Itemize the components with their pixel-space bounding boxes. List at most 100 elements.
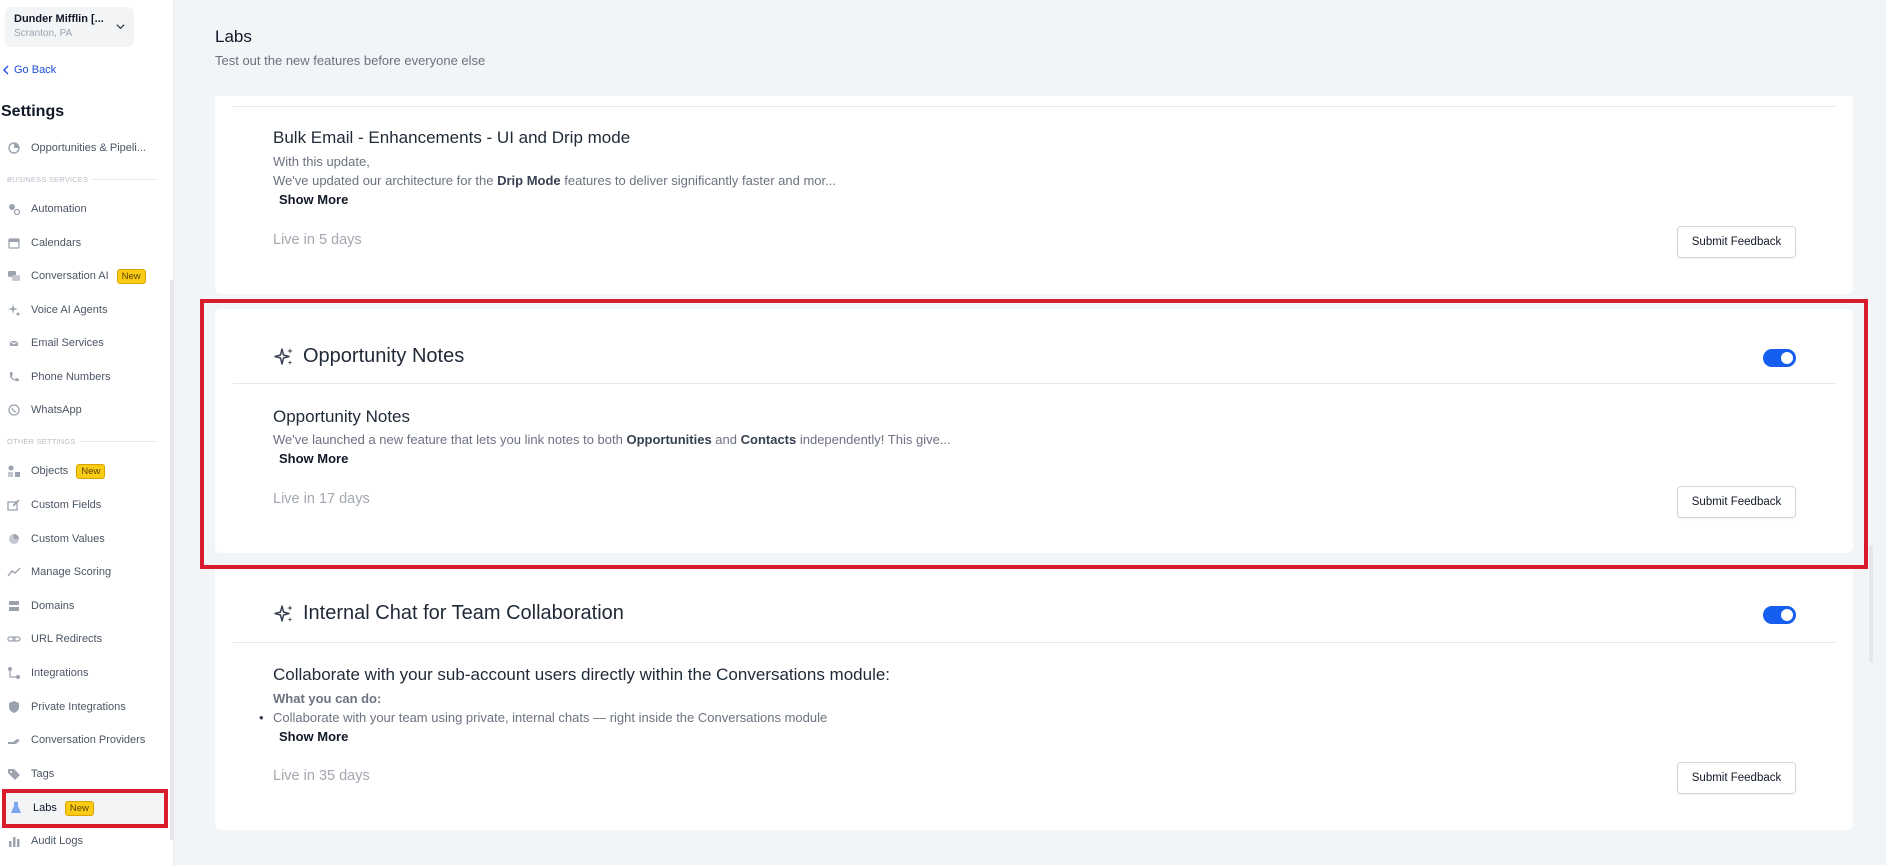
submit-feedback-button[interactable]: Submit Feedback [1677, 226, 1796, 258]
feature-title: Opportunity Notes [303, 345, 465, 367]
sidebar-item-label: Custom Fields [31, 499, 102, 511]
page-subtitle: Test out the new features before everyon… [215, 53, 486, 68]
sidebar-item-tags[interactable]: Tags [7, 764, 54, 784]
gears-icon [9, 204, 21, 216]
sparkle-icon [8, 304, 20, 316]
sidebar-item-label: Automation [31, 203, 87, 215]
section-label-other: OTHER SETTINGS [7, 437, 76, 446]
show-more-link[interactable]: Show More [279, 192, 348, 207]
new-badge: New [76, 463, 106, 479]
sidebar-item-label: Manage Scoring [31, 566, 112, 578]
sidebar-item-audit-logs[interactable]: Audit Logs [7, 831, 83, 851]
live-countdown: Live in 35 days [273, 768, 370, 784]
page-title: Labs [215, 27, 252, 46]
submit-feedback-button[interactable]: Submit Feedback [1677, 762, 1796, 794]
show-more-link[interactable]: Show More [279, 451, 348, 466]
chevron-left-icon [3, 65, 9, 75]
feature-subtitle: Collaborate with your sub-account users … [273, 665, 891, 684]
section-label-business: BUSINESS SERVICES [7, 175, 89, 184]
feature-toggle[interactable] [1763, 606, 1796, 624]
section-divider [80, 441, 157, 442]
sidebar-item-label: Conversation AI [31, 270, 109, 282]
sidebar-item-whatsapp[interactable]: WhatsApp [7, 400, 82, 420]
main-scrollbar[interactable] [1869, 545, 1873, 663]
bar-chart-icon [9, 837, 20, 847]
feature-description: We've updated our architecture for the D… [273, 173, 836, 188]
sidebar-item-label: Objects [31, 465, 69, 477]
feature-card-bulk-email: Bulk Email - Enhancements - UI and Drip … [215, 96, 1853, 294]
sidebar-item-label: Phone Numbers [31, 371, 111, 383]
sidebar-item-manage-scoring[interactable]: Manage Scoring [7, 562, 111, 582]
feature-description: With this update, [273, 154, 370, 169]
show-more-link[interactable]: Show More [279, 729, 348, 744]
feature-subtitle: Opportunity Notes [273, 407, 411, 426]
live-countdown: Live in 17 days [273, 491, 370, 507]
feature-description: We've launched a new feature that lets y… [273, 432, 951, 447]
sidebar-item-opportunities[interactable]: Opportunities & Pipeli... [7, 138, 146, 158]
go-back-label: Go Back [14, 64, 57, 76]
integrations-icon [8, 667, 20, 679]
live-countdown: Live in 5 days [273, 232, 362, 248]
sidebar-item-label: WhatsApp [31, 404, 82, 416]
sidebar-item-custom-fields[interactable]: Custom Fields [7, 495, 101, 515]
sidebar-item-label: Voice AI Agents [31, 304, 108, 316]
sidebar-item-calendars[interactable]: Calendars [7, 233, 81, 253]
sparkles-icon [274, 347, 293, 365]
sidebar-item-email-services[interactable]: Email Services [7, 333, 104, 353]
sidebar-item-label: URL Redirects [31, 633, 103, 645]
sidebar-item-objects[interactable]: Objects New [7, 461, 106, 481]
chevron-down-icon [116, 24, 125, 30]
sidebar-item-custom-values[interactable]: Custom Values [7, 529, 105, 549]
sidebar-item-domains[interactable]: Domains [7, 596, 74, 616]
sidebar-item-integrations[interactable]: Integrations [7, 663, 88, 683]
section-divider [92, 179, 157, 180]
sidebar-item-label: Custom Values [31, 533, 105, 545]
sidebar-item-label: Audit Logs [31, 835, 83, 847]
chat-bubbles-icon [8, 271, 20, 281]
sidebar-item-private-integrations[interactable]: Private Integrations [7, 697, 126, 717]
sidebar-item-label: Opportunities & Pipeli... [31, 142, 146, 154]
submit-feedback-button[interactable]: Submit Feedback [1677, 486, 1796, 518]
pipeline-icon [8, 142, 20, 154]
sidebar-item-labs[interactable]: Labs New [9, 798, 94, 818]
sidebar-item-conversation-providers[interactable]: Conversation Providers [7, 730, 145, 750]
feature-header: Internal Chat for Team Collaboration [273, 602, 624, 625]
feature-card-internal-chat: Internal Chat for Team Collaboration Col… [215, 566, 1853, 830]
shield-icon [9, 701, 19, 713]
tag-icon [8, 769, 20, 780]
edit-field-icon [7, 499, 20, 511]
flask-icon [11, 802, 21, 813]
feature-card-opportunity-notes: Opportunity Notes Opportunity Notes We'v… [215, 309, 1853, 553]
feature-toggle[interactable] [1763, 349, 1796, 367]
feature-header: Opportunity Notes [273, 345, 464, 368]
sidebar-item-label: Integrations [31, 667, 89, 679]
whatsapp-icon [8, 404, 20, 416]
card-divider [233, 106, 1835, 107]
sidebar-item-conversation-ai[interactable]: Conversation AI New [7, 266, 146, 286]
hand-icon [8, 739, 20, 744]
card-divider [233, 642, 1835, 643]
sparkles-icon [274, 604, 293, 622]
sidebar-item-voice-ai[interactable]: Voice AI Agents [7, 300, 107, 320]
sidebar-scrollbar[interactable] [170, 280, 173, 840]
sidebar-item-label: Calendars [31, 237, 82, 249]
card-divider [233, 383, 1835, 384]
sidebar-item-url-redirects[interactable]: URL Redirects [7, 629, 102, 649]
calendar-icon [8, 238, 20, 249]
account-switcher[interactable]: Dunder Mifflin [... Scranton, PA [5, 7, 134, 47]
feature-what-label: What you can do: [273, 691, 382, 706]
new-badge: New [64, 800, 94, 816]
sidebar-item-label: Tags [31, 768, 55, 780]
objects-icon [8, 465, 20, 477]
sidebar-item-label: Domains [31, 600, 75, 612]
go-back-link[interactable]: Go Back [2, 64, 56, 76]
pie-icon [9, 534, 19, 544]
feature-bullet: Collaborate with your team using private… [259, 710, 827, 725]
settings-title: Settings [1, 103, 65, 120]
new-badge: New [116, 268, 146, 284]
sidebar-item-automation[interactable]: Automation [7, 199, 87, 219]
sidebar-item-label: Private Integrations [31, 701, 126, 713]
server-icon [9, 601, 19, 611]
sidebar-item-label: Conversation Providers [31, 734, 146, 746]
sidebar-item-phone-numbers[interactable]: Phone Numbers [7, 367, 111, 387]
